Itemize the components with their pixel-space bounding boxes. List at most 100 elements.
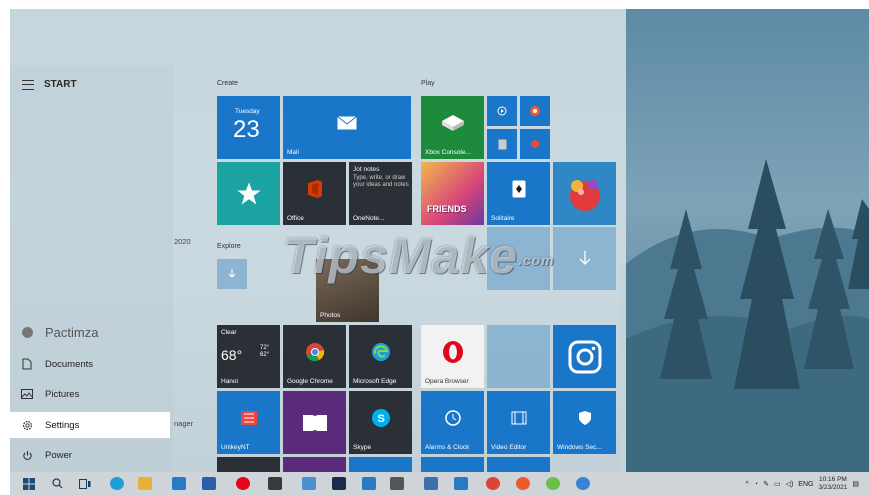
rail-item-power[interactable]: Power [10, 442, 170, 468]
clock-time: 10:16 PM [819, 476, 847, 483]
alarm-clock-icon [421, 391, 484, 444]
tile-instagram[interactable] [553, 325, 616, 388]
tile-windows-security[interactable]: Windows Sec... [553, 391, 616, 454]
search-icon[interactable] [50, 477, 64, 490]
notification-icon[interactable]: ▤ [852, 480, 859, 488]
tile-solitaire[interactable]: Solitaire [487, 162, 550, 225]
video-editor-icon [487, 391, 550, 444]
app-taskbar-icon-3[interactable] [424, 477, 438, 490]
tile-friends-game[interactable]: FRIENDS [421, 162, 484, 225]
rail-item-label: Power [45, 449, 72, 461]
firefox-taskbar-icon[interactable] [516, 477, 530, 490]
tile-google-chrome[interactable]: Google Chrome [283, 325, 346, 388]
tile-opera-browser[interactable]: Opera Browser [421, 325, 484, 388]
hamburger-icon[interactable] [22, 79, 34, 90]
word-taskbar-icon[interactable] [202, 477, 216, 490]
start-title: START [44, 79, 77, 90]
user-account[interactable]: Pactimza [10, 319, 170, 345]
file-explorer-icon[interactable] [138, 477, 152, 490]
tile-dolby[interactable] [283, 391, 346, 454]
weather-temperature: 68° [221, 347, 243, 363]
system-tray: ^ ◔ ✎ ▭ ◁) ENG 10:16 PM 3/23/2021 ▤ [746, 476, 859, 492]
edge-taskbar-icon[interactable] [110, 477, 124, 490]
tile-partial-1[interactable] [217, 457, 280, 472]
tile-office[interactable]: Office [283, 162, 346, 225]
groove-music-icon [520, 96, 550, 126]
tile-label: Solitaire [491, 215, 515, 222]
download-arrow-icon [217, 259, 247, 289]
tile-xbox[interactable]: Xbox Console... [421, 96, 484, 159]
star-icon [217, 162, 280, 225]
tile-blank-2[interactable] [487, 325, 550, 388]
tile-small-movies[interactable] [487, 96, 517, 126]
xbox-console-icon [421, 96, 484, 149]
tile-download-2[interactable] [553, 227, 616, 290]
battery-icon[interactable]: ▭ [774, 480, 781, 488]
tile-mail[interactable]: Mail [283, 96, 411, 159]
tile-partial-4[interactable] [421, 457, 484, 472]
watermark-logo: TipsMake.com [283, 227, 555, 285]
user-name: Pactimza [45, 324, 99, 340]
weather-city: Hanoi [221, 378, 238, 385]
language-indicator[interactable]: ENG [798, 481, 813, 488]
chrome-taskbar-icon[interactable] [486, 477, 500, 490]
tile-small-groove[interactable] [520, 96, 550, 126]
app-taskbar-icon-6[interactable] [576, 477, 590, 490]
tile-small-calculator[interactable] [487, 129, 517, 159]
rail-item-settings[interactable]: Settings [10, 412, 170, 438]
clock[interactable]: 10:16 PM 3/23/2021 [818, 476, 847, 492]
pen-icon[interactable]: ✎ [763, 480, 769, 488]
tile-candy-crush[interactable] [553, 162, 616, 225]
start-header[interactable]: START [22, 79, 77, 90]
skype-icon: S [349, 391, 412, 444]
start-left-panel [10, 65, 173, 472]
app-list-fragment-year: 2020 [174, 237, 191, 246]
app-taskbar-icon-2[interactable] [390, 477, 404, 490]
bag-taskbar-icon[interactable] [268, 477, 282, 490]
watermark-text: TipsMake [283, 228, 518, 284]
tile-partial-2[interactable] [283, 457, 346, 472]
calendar-day: Tuesday [235, 108, 260, 115]
group-label-create: Create [217, 80, 239, 87]
shield-icon [553, 391, 616, 444]
tile-label: Opera Browser [425, 378, 469, 385]
tile-weather[interactable]: Clear 68° 72° 62° Hanoi [217, 325, 280, 388]
volume-icon[interactable]: ◁) [786, 480, 794, 488]
rail-item-pictures[interactable]: Pictures [10, 381, 170, 407]
clock-date: 3/23/2021 [818, 484, 848, 491]
tile-label: Google Chrome [287, 378, 333, 385]
tile-label: OneNote... [353, 215, 385, 222]
tile-label: Video Editor [491, 444, 527, 451]
tile-video-editor[interactable]: Video Editor [487, 391, 550, 454]
task-view-icon[interactable] [78, 477, 92, 490]
windows-start-icon[interactable] [22, 477, 36, 490]
tile-store[interactable] [217, 162, 280, 225]
rail-item-documents[interactable]: Documents [10, 351, 170, 377]
tile-onenote[interactable]: Jot notes Type, write, or draw your idea… [349, 162, 412, 225]
tile-partial-3[interactable] [349, 457, 412, 472]
photos-taskbar-icon[interactable] [302, 477, 316, 490]
tile-small-maps[interactable] [520, 129, 550, 159]
network-icon[interactable]: ◔ [754, 481, 758, 488]
opera-taskbar-icon[interactable] [236, 477, 250, 490]
app-taskbar-icon-5[interactable] [546, 477, 560, 490]
rail-item-label: Pictures [45, 388, 80, 400]
tile-microsoft-edge[interactable]: Microsoft Edge [349, 325, 412, 388]
maps-icon [520, 129, 550, 159]
tile-label: Office [287, 215, 304, 222]
tile-small-download[interactable] [217, 259, 247, 289]
app-taskbar-icon-1[interactable] [362, 477, 376, 490]
rail-item-label: Settings [45, 419, 80, 431]
tile-calendar[interactable]: Tuesday 23 [217, 96, 280, 159]
chevron-up-icon[interactable]: ^ [746, 481, 749, 488]
tile-label: Photos [320, 312, 341, 319]
store-taskbar-icon[interactable] [172, 477, 186, 490]
unikey-icon [217, 391, 280, 444]
tile-partial-5[interactable] [487, 457, 550, 472]
tile-skype[interactable]: S Skype [349, 391, 412, 454]
tile-unikey[interactable]: UnikeyNT [217, 391, 280, 454]
tile-alarms-clock[interactable]: Alarms & Clock [421, 391, 484, 454]
app-taskbar-icon-4[interactable] [454, 477, 468, 490]
photoshop-taskbar-icon[interactable] [332, 477, 346, 490]
watermark-suffix: .com [517, 251, 555, 268]
